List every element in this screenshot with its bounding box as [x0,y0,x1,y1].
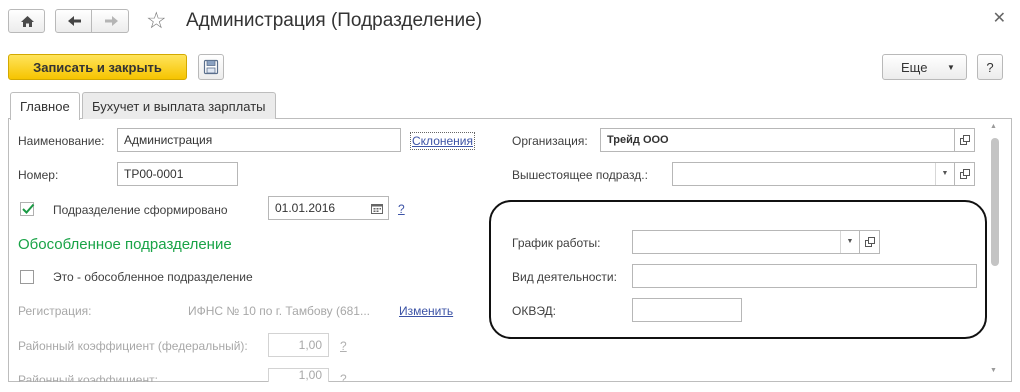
organization-label: Организация: [512,134,588,148]
formed-checkbox[interactable] [20,202,35,216]
formed-date-field[interactable]: 01.01.2016 [268,196,389,220]
home-button[interactable] [8,9,45,33]
coef-label: Районный коэффициент: [18,373,158,382]
okved-label: ОКВЭД: [512,304,557,318]
arrow-right-icon [105,16,118,26]
activity-label: Вид деятельности: [512,270,617,284]
back-button[interactable] [55,9,92,33]
save-button[interactable] [198,54,224,80]
open-icon [959,169,970,179]
registration-label: Регистрация: [18,304,92,318]
coef-federal-label: Районный коэффициент (федеральный): [18,339,248,353]
coef-help-link[interactable]: ? [340,372,347,382]
open-icon [959,135,970,145]
chevron-down-icon[interactable]: ▼ [840,231,859,253]
calendar-icon[interactable] [366,197,388,219]
save-and-close-button[interactable]: Записать и закрыть [8,54,187,80]
schedule-label: График работы: [512,236,601,250]
forward-button[interactable] [91,9,129,33]
organization-field[interactable]: Трейд ООО [600,128,955,152]
is-separate-label: Это - обособленное подразделение [53,270,253,284]
parent-open-button[interactable] [954,162,975,186]
formed-help-link[interactable]: ? [398,202,405,216]
tab-accounting-payroll[interactable]: Бухучет и выплата зарплаты [82,92,276,119]
schedule-open-button[interactable] [859,230,880,254]
parent-label: Вышестоящее подразд.: [512,168,648,182]
tab-main[interactable]: Главное [10,92,80,120]
name-label: Наименование: [18,134,105,148]
checkmark-icon [22,203,35,214]
registration-value: ИФНС № 10 по г. Тамбову (681... [188,304,370,318]
schedule-field[interactable]: ▼ [632,230,860,254]
parent-field[interactable]: ▼ [672,162,955,186]
home-icon [21,16,34,27]
chevron-down-icon: ▼ [947,63,955,72]
coef-federal-help-link[interactable]: ? [340,339,347,353]
arrow-left-icon [68,16,81,26]
window-title: Администрация (Подразделение) [186,10,483,31]
scrollbar-thumb[interactable] [991,138,999,266]
organization-open-button[interactable] [954,128,975,152]
number-field[interactable]: ТР00-0001 [117,162,238,186]
okved-field[interactable] [632,298,742,322]
floppy-disk-icon [203,59,219,75]
is-separate-checkbox[interactable] [20,270,34,284]
formed-label: Подразделение сформировано [53,203,228,217]
declensions-link[interactable]: Склонения [410,132,475,150]
more-button-label: Еще [901,60,928,75]
change-link[interactable]: Изменить [399,304,453,318]
separate-section-title: Обособленное подразделение [18,236,232,253]
scroll-down-icon[interactable]: ▼ [990,367,997,374]
chevron-down-icon[interactable]: ▼ [935,163,954,185]
open-icon [864,237,875,247]
star-icon[interactable]: ☆ [146,8,167,32]
formed-date-value: 01.01.2016 [275,201,336,215]
name-field[interactable]: Администрация [117,128,401,152]
coef-federal-field[interactable]: 1,00 [268,333,329,357]
activity-field[interactable] [632,264,977,288]
close-icon[interactable]: ✕ [993,8,1006,28]
help-button[interactable]: ? [977,54,1003,80]
scroll-up-icon[interactable]: ▲ [990,123,997,130]
coef-field[interactable]: 1,00 [268,368,329,382]
number-label: Номер: [18,168,59,182]
more-button[interactable]: Еще ▼ [882,54,967,80]
